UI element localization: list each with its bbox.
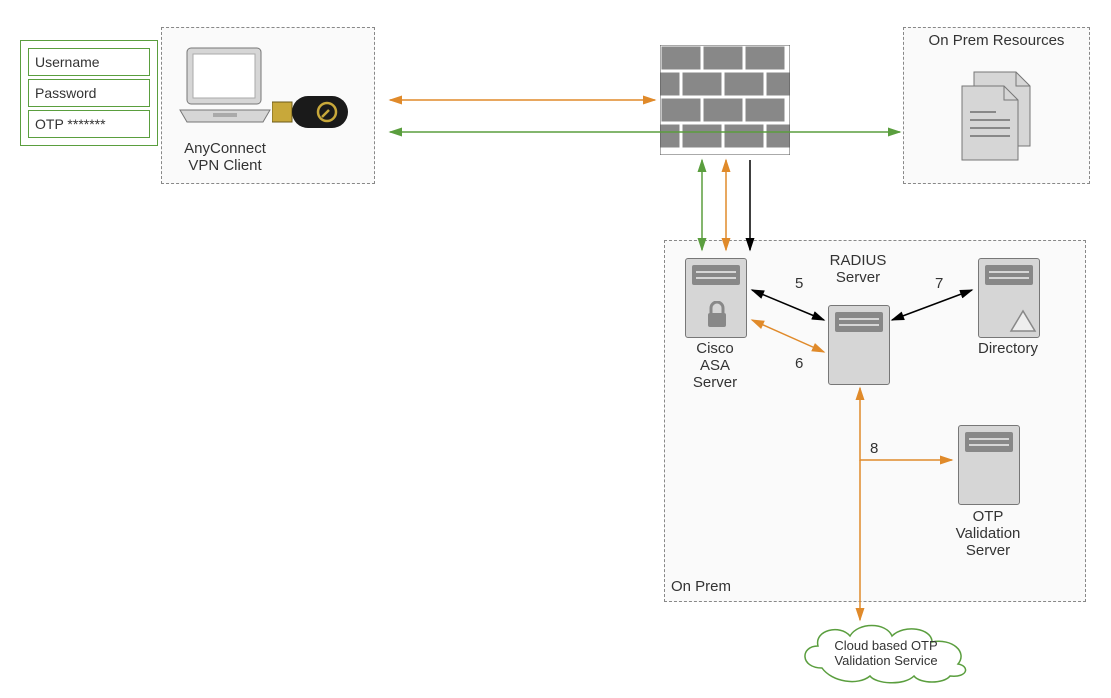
otp-field: OTP *******	[28, 110, 150, 138]
directory-server-icon	[978, 258, 1038, 336]
onprem-label: On Prem	[671, 578, 731, 595]
step-5: 5	[795, 275, 803, 292]
asa-server-label: Cisco ASA Server	[685, 340, 745, 391]
step-8: 8	[870, 440, 878, 457]
username-field: Username	[28, 48, 150, 76]
radius-label: RADIUS Server	[808, 252, 908, 286]
otp-token-icon	[272, 90, 352, 134]
cloud-icon: Cloud based OTP Validation Service	[792, 618, 978, 686]
step-7: 7	[935, 275, 943, 292]
directory-label: Directory	[968, 340, 1048, 357]
resources-title: On Prem Resources	[904, 32, 1089, 49]
laptop-icon	[175, 42, 275, 137]
cloud-label: Cloud based OTP Validation Service	[818, 638, 954, 668]
otp-server-icon	[958, 425, 1018, 503]
password-field: Password	[28, 79, 150, 107]
documents-icon	[956, 68, 1046, 168]
client-label: AnyConnect VPN Client	[165, 140, 285, 174]
firewall-icon	[660, 45, 790, 155]
asa-server-icon	[685, 258, 745, 336]
credentials-panel: Username Password OTP *******	[20, 40, 158, 146]
step-6: 6	[795, 355, 803, 372]
otp-server-label: OTP Validation Server	[948, 508, 1028, 559]
radius-server-icon	[828, 305, 888, 383]
resources-box: On Prem Resources	[903, 27, 1090, 184]
